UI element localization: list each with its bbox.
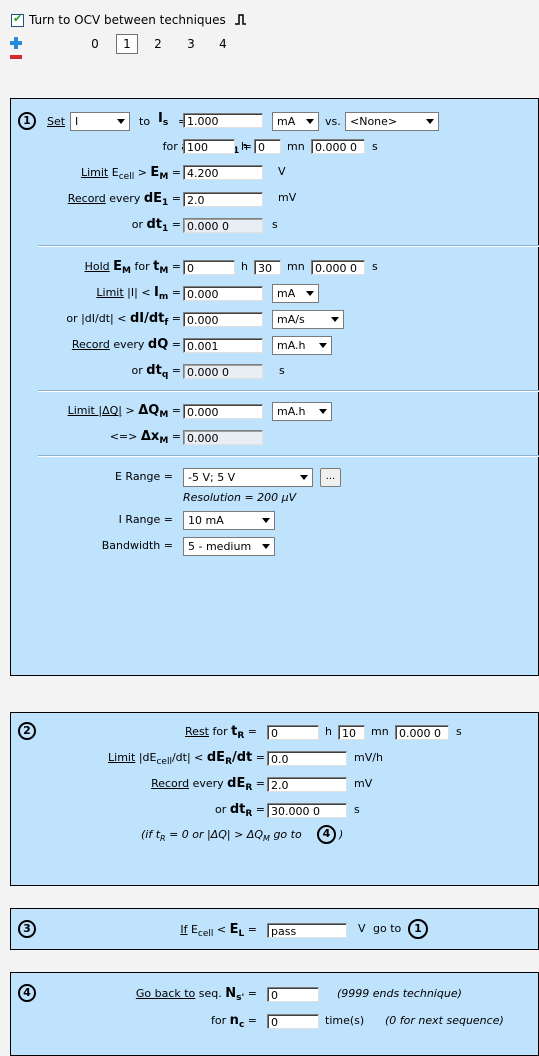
tm-seconds-input[interactable]: 0.000 0 <box>311 260 365 275</box>
set-link[interactable]: Set <box>47 115 65 128</box>
dxm-input[interactable]: 0.000 <box>183 430 263 445</box>
tm-hours-input[interactable]: 0 <box>183 260 235 275</box>
im-input[interactable]: 0.000 <box>183 286 263 301</box>
ns-label: Go back to seq. Ns' = <box>135 986 257 1003</box>
el-label: If Ecell < EL = <box>180 922 257 939</box>
em-input[interactable]: 4.200 <box>183 165 263 180</box>
remove-sequence-icon[interactable] <box>10 55 22 59</box>
tm-minutes-input[interactable]: 30 <box>254 260 281 275</box>
divider <box>38 245 539 247</box>
t1-minutes-input[interactable]: 0 <box>254 139 281 154</box>
dtq-input[interactable]: 0.000 0 <box>183 364 263 379</box>
goto-sequence-icon: 4 <box>317 825 336 844</box>
der2-input[interactable]: 2.0 <box>267 777 347 792</box>
de1-label: Record every dE1 = <box>67 191 181 208</box>
sequence-4-panel: 4 Go back to seq. Ns' = 0 (9999 ends tec… <box>10 972 539 1056</box>
tr-minutes-input[interactable]: 10 <box>338 725 365 740</box>
add-sequence-icon[interactable] <box>10 37 22 49</box>
erange-label: E Range = <box>114 470 173 483</box>
nc-note: (0 for next sequence) <box>385 1014 504 1027</box>
irange-label: I Range = <box>118 513 173 526</box>
tab-2[interactable]: 2 <box>147 34 169 54</box>
dt1-input[interactable]: 0.000 0 <box>183 218 263 233</box>
ocv-pulse-icon <box>235 14 246 25</box>
ocv-label: Turn to OCV between techniques <box>29 13 226 27</box>
tr-seconds-input[interactable]: 0.000 0 <box>395 725 449 740</box>
limit-link[interactable]: Limit <box>81 166 108 179</box>
tr-label: Rest for tR = <box>185 724 257 741</box>
tm-label: Hold EM for tM = <box>84 259 181 276</box>
is-unit-select[interactable]: mA <box>272 112 319 131</box>
dqm-unit-select[interactable]: mA.h <box>272 402 332 421</box>
rest-link[interactable]: Rest <box>185 725 209 738</box>
de1-input[interactable]: 2.0 <box>183 192 263 207</box>
dtr-input[interactable]: 30.000 0 <box>267 803 347 818</box>
didt-label: or |dI/dt| < dI/dtf = <box>66 311 181 328</box>
der-label: Limit |dEcell/dt| < dER/dt = <box>108 750 265 767</box>
em-label: Limit Ecell > EM = <box>80 165 181 182</box>
im-label: Limit |I| < Im = <box>96 285 181 302</box>
sequence-number: 2 <box>18 722 36 740</box>
if-link[interactable]: If <box>180 923 187 936</box>
hold-link[interactable]: Hold <box>85 260 110 273</box>
irange-select[interactable]: 10 mA <box>183 511 275 530</box>
check-icon: ✔ <box>13 12 23 25</box>
erange-more-button[interactable]: ... <box>320 468 341 487</box>
dt1-label: or dt1 = <box>131 217 181 234</box>
dq-input[interactable]: 0.001 <box>183 338 263 353</box>
goto-sequence-icon: 1 <box>408 919 428 939</box>
divider <box>38 455 539 457</box>
ns-note: (9999 ends technique) <box>337 987 462 1000</box>
el-input[interactable]: pass <box>267 923 347 938</box>
is-input[interactable]: 1.000 <box>183 113 263 128</box>
dq-label: Record every dQ = <box>71 337 181 352</box>
dxm-label: <=> ΔxM = <box>109 429 181 446</box>
is-symbol: Is <box>158 111 169 129</box>
t1-seconds-input[interactable]: 0.000 0 <box>311 139 365 154</box>
sequence-2-panel: 2 Rest for tR = 0 h 10 mn 0.000 0 s Limi… <box>10 712 539 886</box>
nc-input[interactable]: 0 <box>267 1014 319 1029</box>
tab-3[interactable]: 3 <box>180 34 202 54</box>
goto-note: (if tR = 0 or |ΔQ| > ΔQM go to <box>141 828 302 844</box>
tr-hours-input[interactable]: 0 <box>267 725 319 740</box>
tab-1[interactable]: 1 <box>116 34 138 54</box>
bandwidth-select[interactable]: 5 - medium <box>183 537 275 556</box>
dqm-input[interactable]: 0.000 <box>183 404 263 419</box>
bandwidth-label: Bandwidth = <box>101 539 173 552</box>
im-unit-select[interactable]: mA <box>272 284 319 303</box>
divider <box>38 390 539 392</box>
ocv-checkbox[interactable]: ✔ <box>11 12 24 27</box>
der2-label: Record every dER = <box>151 776 265 793</box>
didt-unit-select[interactable]: mA/s <box>272 310 344 329</box>
control-select[interactable]: I <box>70 112 130 131</box>
sequence-3-panel: 3 If Ecell < EL = pass V go to 1 <box>10 908 539 950</box>
sequence-number: 3 <box>18 920 36 938</box>
dqm-label: Limit |ΔQ| > ΔQM = <box>67 403 181 420</box>
dq-unit-select[interactable]: mA.h <box>272 336 332 355</box>
t1-hours-input[interactable]: 100 <box>183 139 235 154</box>
resolution-text: Resolution = 200 µV <box>183 491 297 504</box>
nc-label: for nc = <box>211 1013 257 1030</box>
sequence-number: 1 <box>18 112 36 130</box>
didt-input[interactable]: 0.000 <box>183 312 263 327</box>
ns-input[interactable]: 0 <box>267 987 319 1002</box>
sequence-1-panel: 1 Set I to Is = 1.000 mA vs. <None> for … <box>10 98 539 676</box>
erange-select[interactable]: -5 V; 5 V <box>183 468 313 487</box>
vs-select[interactable]: <None> <box>345 112 439 131</box>
tab-4[interactable]: 4 <box>212 34 234 54</box>
sequence-number: 4 <box>18 984 36 1002</box>
der-input[interactable]: 0.0 <box>267 751 347 766</box>
dtq-label: or dtq = <box>131 363 181 380</box>
record-link[interactable]: Record <box>68 192 106 205</box>
go-back-link[interactable]: Go back to <box>136 987 195 1000</box>
tab-0[interactable]: 0 <box>84 34 106 54</box>
dtr-label: or dtR = <box>215 802 265 819</box>
